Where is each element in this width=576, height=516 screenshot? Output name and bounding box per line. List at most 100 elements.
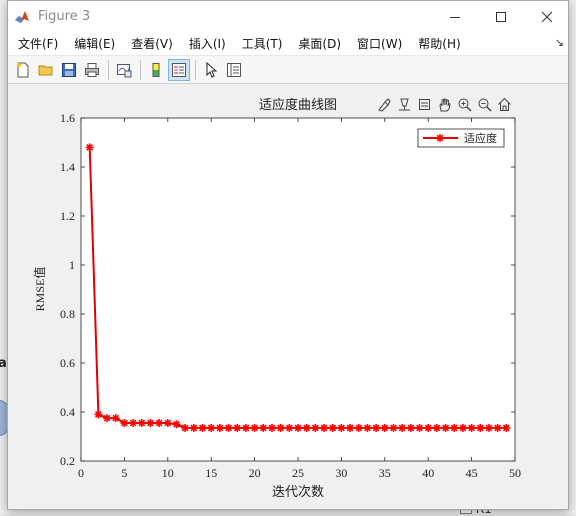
data-tips-icon: [399, 98, 410, 111]
data-point-marker: [129, 419, 138, 428]
x-axis-label: 迭代次数: [272, 484, 324, 499]
menu-view[interactable]: 查看(V): [123, 35, 181, 52]
y-tick-label: 1.2: [60, 209, 75, 223]
data-point-marker: [224, 423, 233, 432]
toolbar-separator: [140, 59, 141, 80]
data-point-marker: [328, 423, 337, 432]
property-inspector-button[interactable]: [223, 59, 245, 81]
data-point-marker: [172, 420, 181, 429]
legend-marker: [436, 134, 444, 142]
menu-insert[interactable]: 插入(I): [181, 35, 234, 52]
data-point-marker: [181, 423, 190, 432]
data-point-marker: [285, 423, 294, 432]
axes-background[interactable]: [80, 117, 516, 462]
axes-toolbar: [376, 96, 513, 113]
data-point-marker: [94, 410, 103, 419]
legend[interactable]: 适应度: [417, 128, 505, 148]
legend-icon: [172, 62, 186, 77]
menu-edit[interactable]: 编辑(E): [66, 35, 123, 52]
data-point-marker: [502, 423, 511, 432]
y-tick-label: 0.6: [60, 356, 75, 370]
toolbar-separator: [108, 59, 109, 80]
maximize-button[interactable]: [478, 1, 524, 32]
insert-legend-button[interactable]: [168, 58, 190, 81]
menu-dock-arrow-icon[interactable]: ↘: [555, 36, 564, 49]
data-point-marker: [120, 419, 129, 428]
export-button[interactable]: [416, 96, 433, 113]
data-point-marker: [155, 419, 164, 428]
export-icon: [419, 99, 430, 110]
cursor-arrow-icon: [206, 61, 218, 78]
menu-window[interactable]: 窗口(W): [349, 35, 410, 52]
brush-button[interactable]: [376, 96, 393, 113]
data-point-marker: [467, 423, 476, 432]
insert-colorbar-button[interactable]: [145, 59, 167, 81]
figure-toolbar: [8, 56, 568, 84]
restore-view-button[interactable]: [496, 96, 513, 113]
data-point-marker: [146, 419, 155, 428]
save-figure-button[interactable]: [58, 59, 80, 81]
zoom-out-icon: [478, 98, 492, 112]
y-tick-label: 1.4: [60, 160, 75, 174]
data-tips-button[interactable]: [396, 96, 413, 113]
data-point-marker: [85, 143, 94, 152]
data-point-marker: [294, 423, 302, 432]
data-point-marker: [103, 414, 112, 423]
figure-canvas[interactable]: 适应度曲线图 迭代次数 RMSE值 0 5 10 15 20 25 30 35 40 45 50 0.…: [8, 85, 568, 509]
data-point-marker: [189, 423, 198, 432]
toolbar-separator: [195, 59, 196, 80]
new-figure-button[interactable]: [12, 59, 34, 81]
data-point-marker: [450, 423, 459, 432]
zoom-in-button[interactable]: [456, 96, 473, 113]
data-point-marker: [163, 419, 172, 428]
edit-plot-button[interactable]: [200, 59, 222, 81]
menu-tools[interactable]: 工具(T): [234, 35, 291, 52]
pan-button[interactable]: [436, 96, 453, 113]
data-point-marker: [398, 423, 407, 432]
data-point-marker: [441, 423, 450, 432]
pan-hand-icon: [439, 98, 451, 112]
data-point-marker: [233, 423, 242, 432]
data-point-marker: [267, 423, 276, 432]
zoom-out-button[interactable]: [476, 96, 493, 113]
x-tick-label: 50: [509, 466, 521, 480]
x-tick-label: 25: [292, 466, 304, 480]
data-point-marker: [493, 423, 502, 432]
x-tick-label: 15: [205, 466, 217, 480]
figure-window: Figure 3 文件(F) 编辑(E) 查看(V) 插入(I) 工具(T) 桌…: [7, 0, 569, 510]
link-plot-button[interactable]: [113, 59, 135, 81]
brush-icon: [378, 98, 391, 112]
menu-file[interactable]: 文件(F): [10, 35, 66, 52]
print-figure-button[interactable]: [81, 59, 103, 81]
data-point-marker: [137, 419, 146, 428]
data-point-marker: [337, 423, 346, 432]
data-point-marker: [363, 423, 372, 432]
data-point-marker: [259, 423, 268, 432]
menu-help[interactable]: 帮助(H): [410, 35, 468, 52]
colorbar-icon: [152, 62, 160, 77]
maximize-icon: [496, 11, 506, 22]
y-tick-label: 0.2: [60, 454, 75, 468]
close-icon: [541, 11, 553, 22]
minimize-icon: [450, 16, 460, 18]
menu-desktop[interactable]: 桌面(D): [290, 35, 349, 52]
data-point-marker: [241, 423, 250, 432]
data-point-marker: [250, 423, 259, 432]
x-tick-label: 20: [249, 466, 261, 480]
data-point-marker: [207, 423, 216, 432]
open-file-button[interactable]: [35, 59, 57, 81]
link-plot-icon: [117, 63, 132, 77]
folder-open-icon: [38, 65, 53, 75]
title-bar[interactable]: Figure 3: [8, 1, 568, 32]
plot-svg[interactable]: 适应度曲线图 迭代次数 RMSE值 0 5 10 15 20 25 30 35 40 45 50 0.…: [8, 85, 568, 509]
chart-title: 适应度曲线图: [259, 97, 337, 112]
minimize-button[interactable]: [432, 1, 478, 32]
data-point-marker: [380, 423, 389, 432]
data-point-marker: [320, 423, 329, 432]
print-icon: [85, 62, 99, 77]
y-tick-label: 1: [69, 258, 75, 272]
close-button[interactable]: [524, 1, 570, 32]
x-tick-label: 35: [379, 466, 391, 480]
y-axis-label: RMSE值: [32, 267, 47, 312]
x-tick-label: 45: [466, 466, 478, 480]
